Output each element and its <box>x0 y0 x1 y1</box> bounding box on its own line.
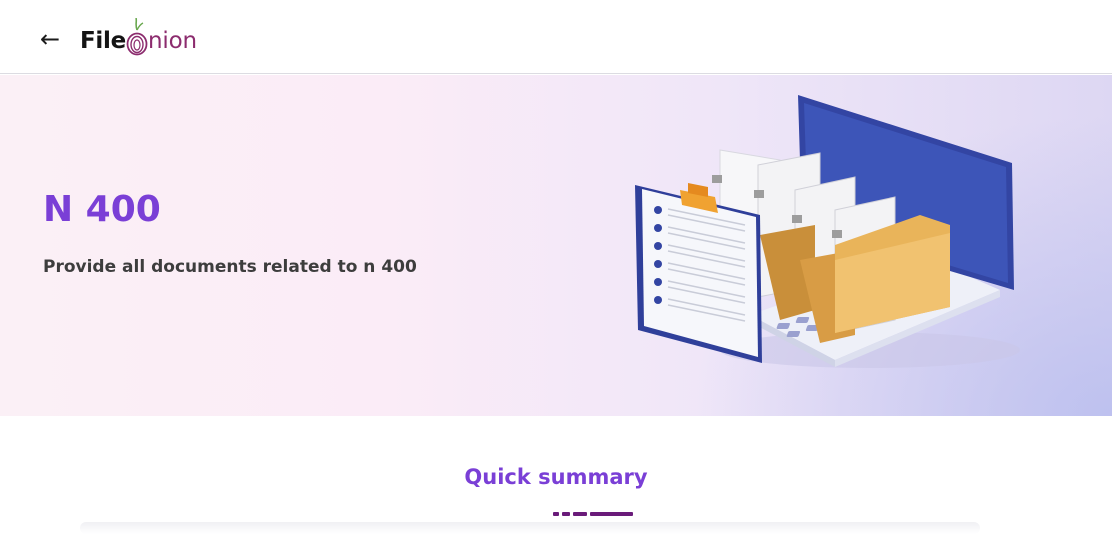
summary-underline-decoration <box>553 512 633 516</box>
laptop-folders-illustration <box>635 95 1020 368</box>
hero-banner: N 400 Provide all documents related to n… <box>0 75 1112 416</box>
summary-card-edge <box>80 522 980 534</box>
page-title: N 400 <box>43 189 161 230</box>
back-arrow-icon[interactable]: ← <box>40 26 72 54</box>
app-header: ← File nion <box>0 0 1112 74</box>
onion-icon <box>126 18 148 56</box>
summary-heading: Quick summary <box>464 465 648 489</box>
logo-text-nion: nion <box>148 28 197 54</box>
page-subtitle: Provide all documents related to n 400 <box>43 257 417 277</box>
logo-text-file: File <box>80 28 126 54</box>
